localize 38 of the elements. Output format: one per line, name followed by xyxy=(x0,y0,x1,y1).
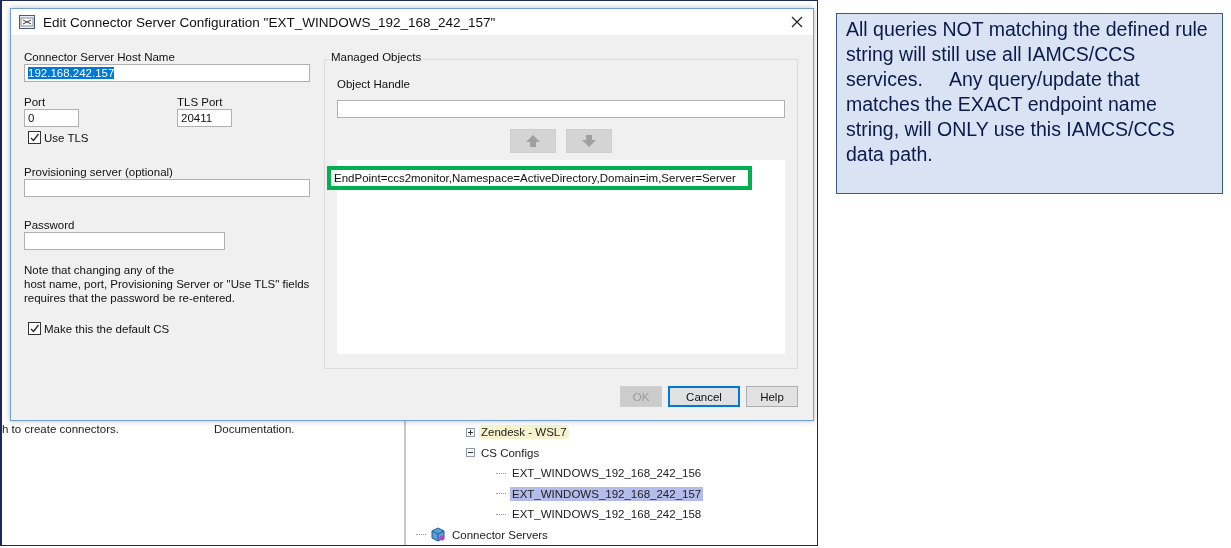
checkbox[interactable] xyxy=(28,131,41,144)
tree-item[interactable]: CS Configs xyxy=(479,445,542,460)
group-title: Managed Objects xyxy=(330,51,423,63)
dialog-button[interactable]: Cancel xyxy=(668,386,740,407)
field-label: Connector Server Host Name xyxy=(24,51,176,63)
field-label: Password xyxy=(24,219,76,231)
pane-text: Documentation. xyxy=(214,423,295,437)
dialog-button[interactable]: Help xyxy=(746,386,798,407)
app-icon xyxy=(19,15,35,29)
input-field[interactable]: 20411 xyxy=(177,109,232,127)
field-label: TLS Port xyxy=(177,96,224,108)
note-text: Note that changing any of the host name, port, Provisioning Server or "Use TLS" fields requires that the password be re-entered. xyxy=(24,263,310,305)
checkbox[interactable] xyxy=(28,322,41,335)
input-field[interactable]: 0 xyxy=(24,109,79,127)
down-arrow-icon xyxy=(581,134,597,148)
tree-item[interactable]: EXT_WINDOWS_192_168_242_158 xyxy=(510,507,704,522)
callout-text: All queries NOT matching the defined rule string will still use all IAMCS/CCS services. Any query/update that matches the EXACT endpoint name string, will ONLY use this IAMCS/CCS data path. xyxy=(836,13,1223,194)
input-field[interactable] xyxy=(24,179,310,197)
pane-text: h to create connectors. xyxy=(2,423,120,437)
window-title: Edit Connector Server Configuration "EXT_WINDOWS_192_168_242_157" xyxy=(43,14,497,30)
tree-item[interactable]: EXT_WINDOWS_192_168_242_157 xyxy=(510,486,704,501)
list-item[interactable]: EndPoint=ccs2monitor,Namespace=ActiveDirectory,Domain=im,Server=Server xyxy=(327,166,752,190)
collapse-icon[interactable] xyxy=(466,448,475,458)
tree-item[interactable]: EXT_WINDOWS_192_168_242_156 xyxy=(510,466,704,481)
server-cube-icon xyxy=(430,527,446,543)
field-label: Provisioning server (optional) xyxy=(24,166,174,178)
close-icon[interactable] xyxy=(791,16,803,28)
expand-icon[interactable] xyxy=(466,427,475,437)
field-label: Port xyxy=(24,96,47,108)
input-field[interactable]: 192.168.242.157 xyxy=(24,64,310,82)
input-field[interactable] xyxy=(337,100,785,118)
password-field[interactable] xyxy=(24,232,225,250)
tree-item[interactable]: Zendesk - WSL7 xyxy=(479,425,569,440)
field-label: Object Handle xyxy=(337,78,411,90)
checkbox-label: Make this the default CS xyxy=(44,322,170,335)
up-arrow-icon xyxy=(525,134,541,148)
tree-item[interactable]: Connector Servers xyxy=(450,527,550,542)
checkbox-label: Use TLS xyxy=(44,131,89,144)
